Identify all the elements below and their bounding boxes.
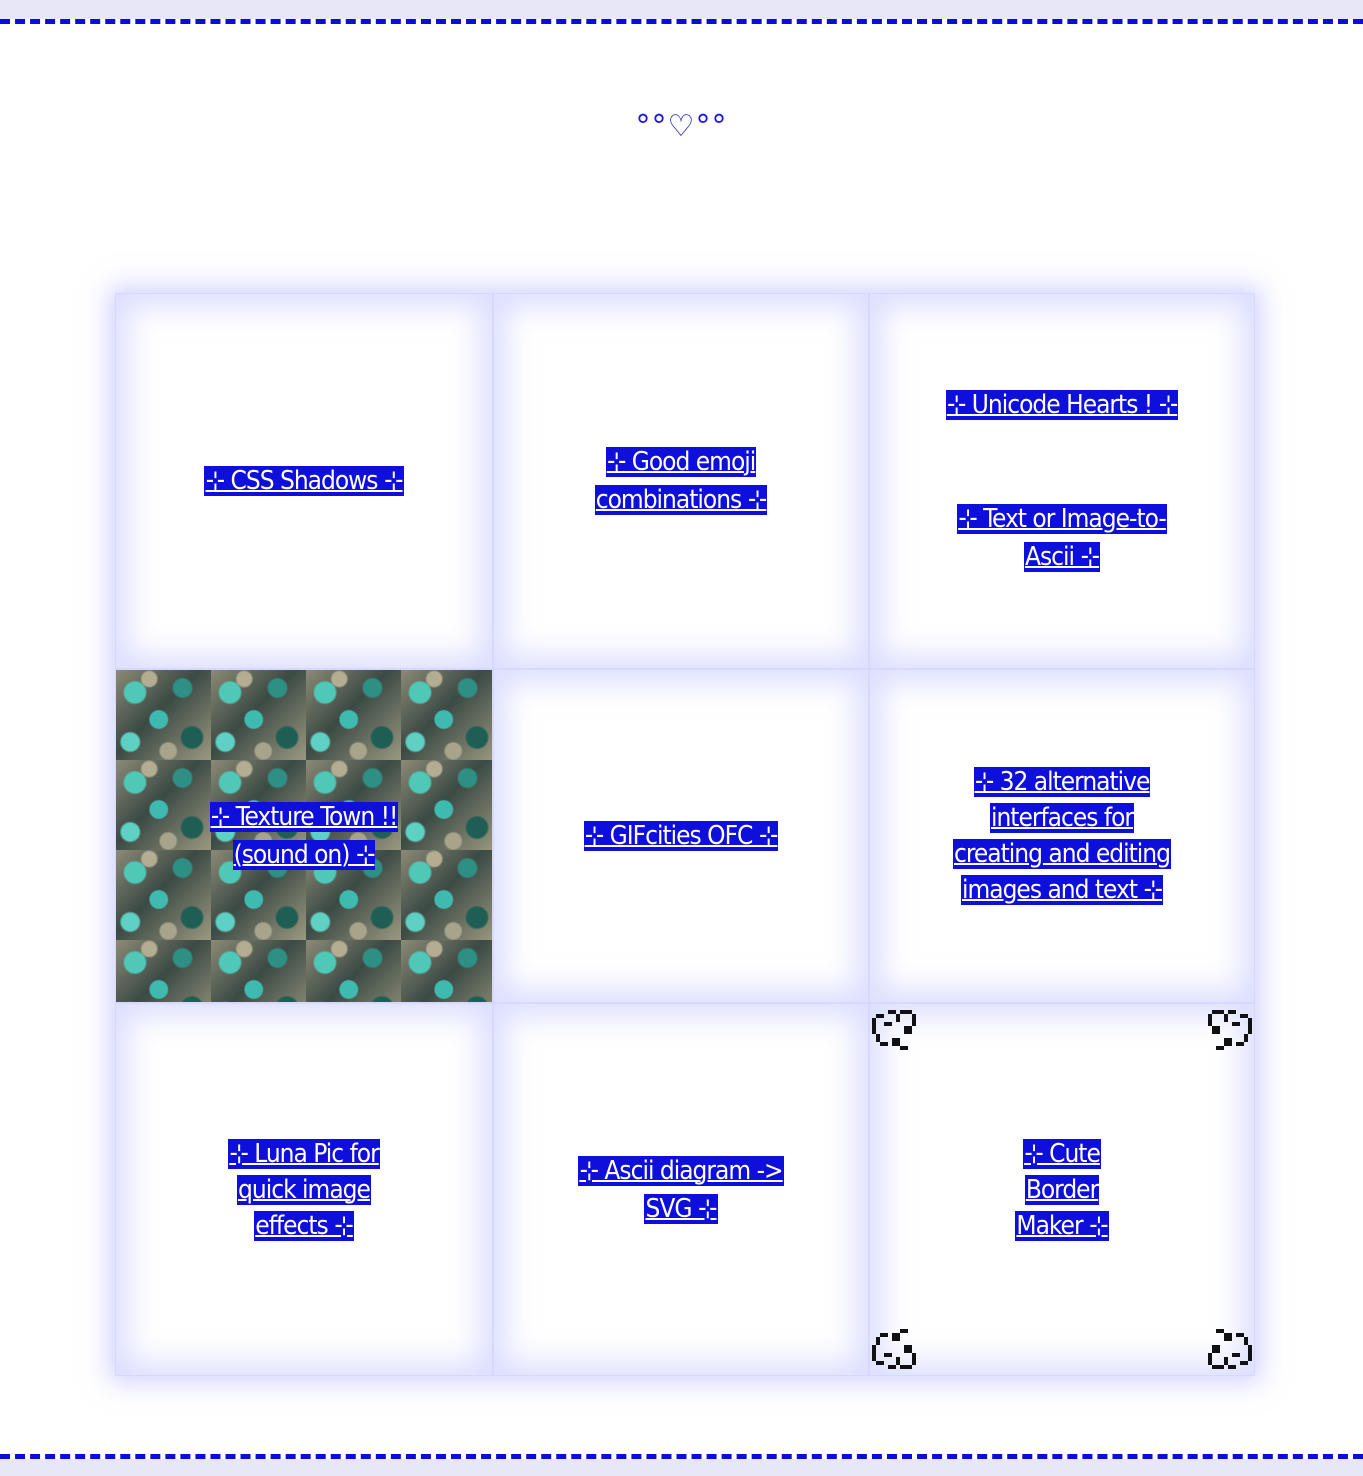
pixel-heart-corner-icon (872, 1329, 916, 1369)
link-stack: ⊹ Unicode Hearts ! ⊹ ⊹ Text or Image-to-… (942, 386, 1182, 576)
unicode-hearts-link[interactable]: ⊹ Unicode Hearts ! ⊹ (942, 386, 1182, 424)
gifcities-link[interactable]: ⊹ GIFcities OFC ⊹ (556, 817, 806, 855)
luna-pic-link[interactable]: ⊹ Luna Pic for quick image effects ⊹ (204, 1136, 404, 1244)
grid-cell-hearts-ascii: ⊹ Unicode Hearts ! ⊹ ⊹ Text or Image-to-… (869, 293, 1255, 669)
pixel-heart-corner-icon (1208, 1010, 1252, 1050)
cute-border-maker-link[interactable]: ⊹ Cute Border Maker ⊹ (1003, 1136, 1121, 1244)
emoji-combinations-link[interactable]: ⊹ Good emoji combinations ⊹ (566, 443, 796, 519)
grid-cell-emoji: ⊹ Good emoji combinations ⊹ (493, 293, 869, 669)
pixel-heart-corner-icon (872, 1010, 916, 1050)
link-grid: ⊹ CSS Shadows ⊹ ⊹ Good emoji combination… (115, 293, 1255, 1376)
grid-cell-luna-pic: ⊹ Luna Pic for quick image effects ⊹ (115, 1003, 493, 1376)
grid-cell-texture-town: ⊹ Texture Town !! (sound on) ⊹ (115, 669, 493, 1003)
ascii-diagram-svg-link[interactable]: ⊹ Ascii diagram -> SVG ⊹ (563, 1152, 799, 1228)
pixel-heart-corner-icon (1208, 1329, 1252, 1369)
grid-cell-css-shadows: ⊹ CSS Shadows ⊹ (115, 293, 493, 669)
grid-cell-border-maker: ⊹ Cute Border Maker ⊹ (869, 1003, 1255, 1376)
heart-ornament: °°♡°° (635, 109, 728, 144)
text-to-ascii-link[interactable]: ⊹ Text or Image-to-Ascii ⊹ (946, 500, 1178, 576)
grid-cell-alt-interfaces: ⊹ 32 alternative interfaces for creating… (869, 669, 1255, 1003)
grid-cell-ascii-svg: ⊹ Ascii diagram -> SVG ⊹ (493, 1003, 869, 1376)
css-shadows-link[interactable]: ⊹ CSS Shadows ⊹ (199, 462, 409, 500)
grid-cell-gifcities: ⊹ GIFcities OFC ⊹ (493, 669, 869, 1003)
page-frame: °°♡°° ⊹ CSS Shadows ⊹ ⊹ Good emoji combi… (0, 19, 1363, 1459)
alternative-interfaces-link[interactable]: ⊹ 32 alternative interfaces for creating… (950, 764, 1175, 908)
texture-town-link[interactable]: ⊹ Texture Town !! (sound on) ⊹ (197, 798, 412, 874)
